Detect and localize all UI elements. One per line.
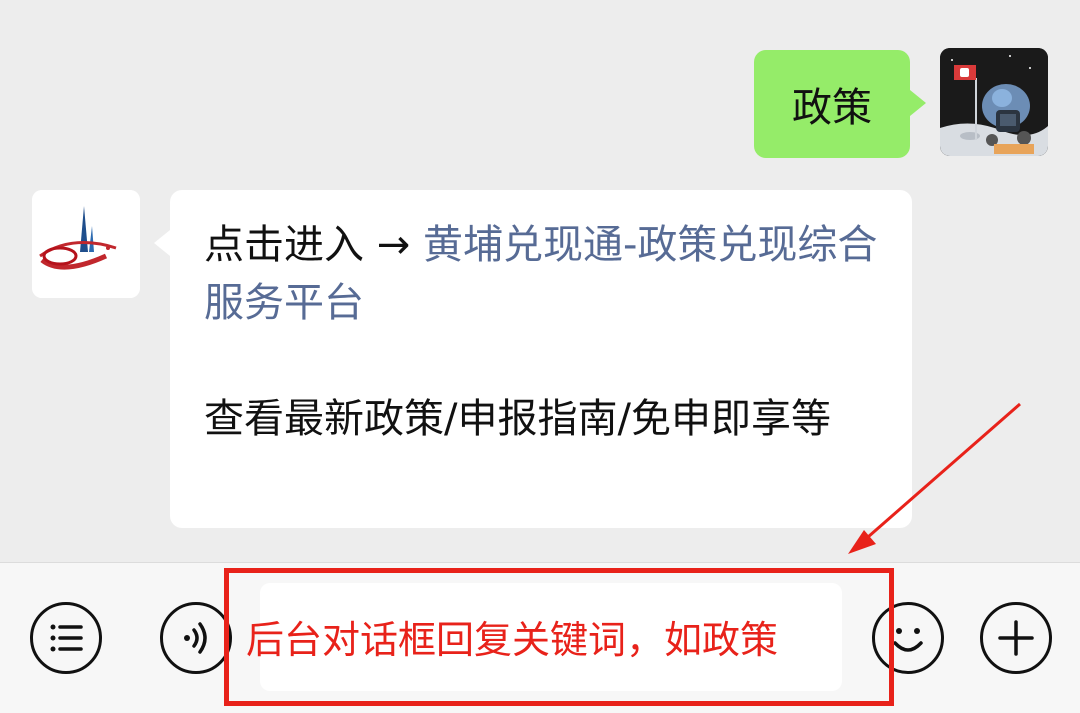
received-message-bubble: 点击进入 → 黄埔兑现通-政策兑现综合服务平台 查看最新政策/申报指南/免申即享… — [154, 190, 912, 528]
menu-icon — [50, 624, 83, 652]
more-button[interactable] — [980, 602, 1052, 674]
official-account-avatar[interactable] — [32, 190, 140, 298]
sent-message-text: 政策 — [792, 85, 872, 131]
reply-prefix-text: 点击进入 → — [204, 222, 423, 268]
sent-message-bubble[interactable]: 政策 — [754, 50, 926, 158]
chat-area: 政策 点击进入 → 黄埔兑现通-政策兑现综合服务平台 查看最新政策/申报指南/免… — [0, 0, 1080, 562]
reply-line-2: 查看最新政策/申报指南/免申即享等 — [204, 396, 831, 442]
menu-button[interactable] — [30, 602, 102, 674]
plus-icon — [998, 620, 1034, 656]
user-avatar[interactable] — [940, 48, 1048, 156]
gzht-logo-icon — [32, 190, 140, 298]
astronaut-avatar-icon — [940, 48, 1048, 156]
voice-icon — [184, 622, 207, 654]
annotation-caption: 后台对话框回复关键词，如政策 — [246, 618, 779, 662]
voice-button[interactable] — [160, 602, 232, 674]
reply-line-1: 点击进入 → 黄埔兑现通-政策兑现综合服务平台 — [204, 216, 880, 332]
